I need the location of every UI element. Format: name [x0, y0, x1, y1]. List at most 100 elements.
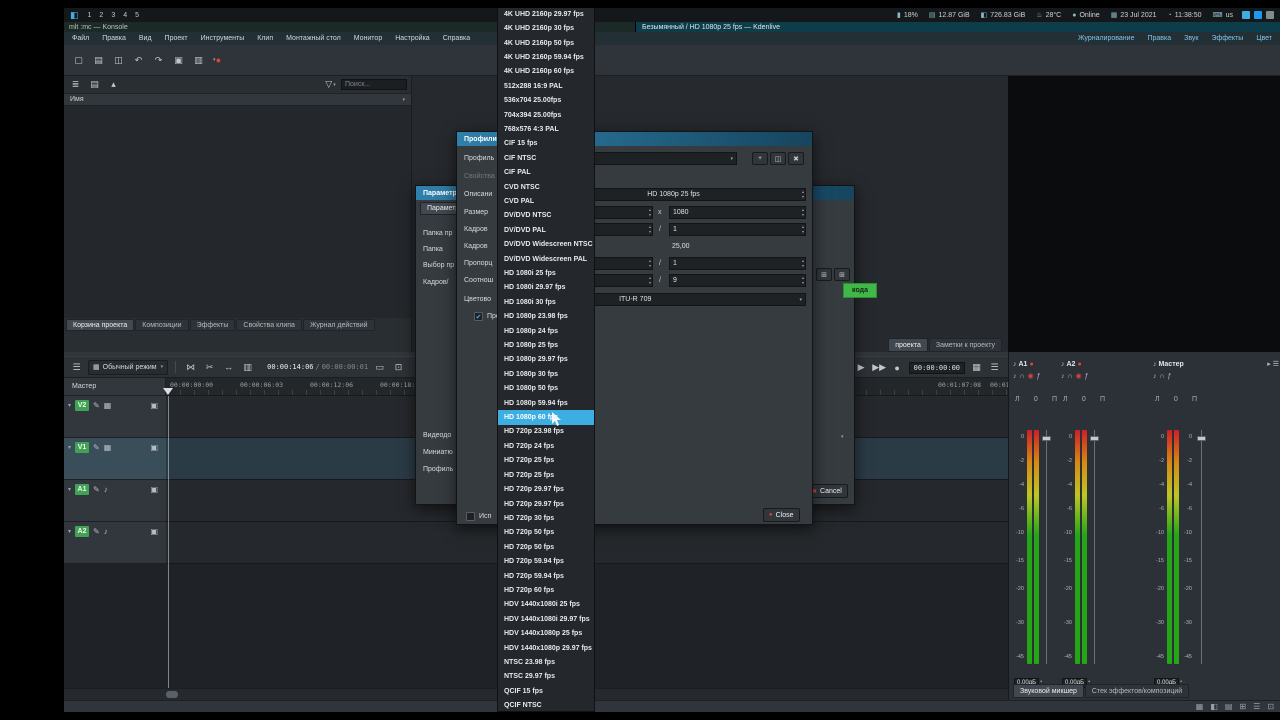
effects-icon[interactable]: ƒ	[1085, 373, 1089, 380]
profile-dropdown-item[interactable]: HD 720p 30 fps	[498, 511, 594, 525]
profile-dropdown-item[interactable]: DV/DVD NTSC	[498, 209, 594, 223]
monitor-tab[interactable]: Заметки к проекту	[929, 338, 1002, 352]
effects-icon[interactable]: ƒ	[1168, 373, 1172, 380]
bin-tool-button[interactable]: ≣	[68, 77, 83, 92]
tray-icon-3[interactable]	[1266, 11, 1274, 19]
track-header-v1[interactable]: ▾ V1 ✎ ▦ ▣	[64, 438, 166, 480]
timeline-tool-button[interactable]: ↔	[221, 360, 236, 375]
bin-tab[interactable]: Свойства клипа	[236, 319, 302, 331]
settings-mini-button[interactable]: ⊞	[816, 268, 832, 281]
pixel-aspect-den-field[interactable]: 1▴▾	[669, 257, 806, 270]
profile-dropdown-item[interactable]: QCIF 15 fps	[498, 684, 594, 698]
profile-dropdown-item[interactable]: HD 1080p 23.98 fps	[498, 310, 594, 324]
statusbar-icon[interactable]: ⊡	[1267, 702, 1274, 711]
toolbar-button[interactable]: ↶	[131, 53, 146, 68]
collapse-strip-icon[interactable]: ▸	[1267, 360, 1271, 368]
toolbar-button[interactable]: ▥	[191, 53, 206, 68]
solo-icon[interactable]: ∩	[1068, 373, 1073, 380]
statusbar-icon[interactable]: ◧	[1210, 702, 1218, 711]
video-track-icon[interactable]: ▦	[104, 401, 112, 410]
timeline-hamburger-icon[interactable]: ☰	[69, 360, 84, 375]
volume-fader[interactable]	[1046, 430, 1047, 664]
menu-item[interactable]: Клип	[257, 35, 273, 42]
toolbar-button[interactable]: ↷	[151, 53, 166, 68]
mute-icon[interactable]: ♪	[1061, 373, 1065, 380]
profile-dropdown-item[interactable]: HD 720p 25 fps	[498, 468, 594, 482]
spinbox-arrows-icon[interactable]: ▴▾	[802, 225, 804, 234]
profile-dropdown-item[interactable]: 768x576 4:3 PAL	[498, 122, 594, 136]
record-icon[interactable]: ◉	[1076, 372, 1082, 380]
edit-mode-select[interactable]: ▦ Обычный режим ▾	[88, 360, 168, 375]
profile-dropdown-item[interactable]: HD 720p 59.94 fps	[498, 569, 594, 583]
mixer-menu-icon[interactable]: ☰	[1273, 360, 1279, 368]
spinbox-arrows-icon[interactable]: ▴▾	[649, 276, 651, 285]
speaker-icon[interactable]: ♪	[1013, 361, 1017, 368]
profile-dropdown-item[interactable]: HD 720p 50 fps	[498, 540, 594, 554]
progressive-checkbox[interactable]	[474, 312, 483, 321]
framerate-den-field[interactable]: 1▴▾	[669, 223, 806, 236]
bin-tab[interactable]: Эффекты	[190, 319, 236, 331]
statusbar-icon[interactable]: ▤	[1225, 702, 1233, 711]
profile-dropdown-item[interactable]: HD 1080p 50 fps	[498, 382, 594, 396]
playhead-marker[interactable]	[163, 388, 173, 395]
profile-dropdown-item[interactable]: HD 1080p 60 fps	[498, 410, 594, 424]
spinbox-arrows-icon[interactable]: ▴▾	[802, 208, 804, 217]
workspace-button[interactable]: 3	[111, 12, 115, 19]
lock-icon[interactable]: ▣	[150, 401, 158, 410]
profile-dropdown-item[interactable]: 4K UHD 2160p 59.94 fps	[498, 50, 594, 64]
menu-item[interactable]: Проект	[165, 35, 188, 42]
profile-dropdown-item[interactable]: HD 720p 25 fps	[498, 454, 594, 468]
fader-handle[interactable]	[1090, 436, 1099, 441]
new-profile-button[interactable]: +	[752, 152, 768, 165]
menu-item[interactable]: Монтажный стол	[286, 35, 341, 42]
profile-dropdown-item[interactable]: CVD PAL	[498, 194, 594, 208]
bin-column-header[interactable]: Имя ▾	[64, 93, 411, 106]
toolbar-button[interactable]: ▢	[71, 53, 86, 68]
profile-dropdown-item[interactable]: HD 720p 50 fps	[498, 526, 594, 540]
transport-extra-button[interactable]: ☰	[987, 360, 1002, 375]
record-arm-icon[interactable]: ●	[1029, 361, 1033, 368]
profile-dropdown-item[interactable]: HD 720p 59.94 fps	[498, 554, 594, 568]
spinbox-arrows-icon[interactable]: ▴▾	[802, 276, 804, 285]
video-track-icon[interactable]: ▦	[104, 443, 112, 452]
profile-dropdown-item[interactable]: HD 720p 29.97 fps	[498, 497, 594, 511]
workspace-button[interactable]: 2	[99, 12, 103, 19]
edit-icon[interactable]: ✎	[93, 527, 100, 536]
timeline-tool-button[interactable]: ▥	[240, 360, 255, 375]
audio-track-icon[interactable]: ♪	[104, 527, 108, 536]
use-default-checkbox[interactable]	[466, 512, 475, 521]
playhead-line[interactable]	[168, 396, 169, 688]
profile-dropdown-item[interactable]: HD 1080p 30 fps	[498, 367, 594, 381]
height-field[interactable]: 1080▴▾	[669, 206, 806, 219]
profile-dropdown-item[interactable]: HDV 1440x1080i 25 fps	[498, 598, 594, 612]
profile-dropdown-item[interactable]: DV/DVD Widescreen NTSC	[498, 238, 594, 252]
kdenlive-window-title[interactable]: Безымянный / HD 1080p 25 fps — Kdenlive	[636, 22, 1280, 32]
edit-icon[interactable]: ✎	[93, 401, 100, 410]
profile-dropdown-item[interactable]: HDV 1440x1080p 25 fps	[498, 626, 594, 640]
profile-dropdown-item[interactable]: HD 720p 29.97 fps	[498, 482, 594, 496]
profile-dropdown-item[interactable]: DV/DVD Widescreen PAL	[498, 252, 594, 266]
track-badge[interactable]: V1	[75, 442, 89, 453]
profile-dropdown-item[interactable]: HDV 1440x1080p 29.97 fps	[498, 641, 594, 655]
edit-icon[interactable]: ✎	[93, 443, 100, 452]
spinbox-arrows-icon[interactable]: ▴▾	[649, 208, 651, 217]
profile-dropdown-item[interactable]: QCIF NTSC	[498, 699, 594, 713]
timeline-view-button[interactable]: ▭	[372, 360, 387, 375]
bin-tab[interactable]: Журнал действий	[303, 319, 375, 331]
record-arm-icon[interactable]: ●	[1077, 361, 1081, 368]
bin-tool-button[interactable]: ▴	[106, 77, 121, 92]
delete-profile-button[interactable]: ✖	[788, 152, 804, 165]
settings-combo-caret[interactable]: ▾	[841, 434, 844, 440]
filter-icon[interactable]: ▽▾	[323, 77, 338, 92]
search-input[interactable]: Поиск...	[341, 79, 407, 90]
bin-tab[interactable]: Композиции	[135, 319, 188, 331]
speaker-icon[interactable]: ♪	[1153, 361, 1157, 368]
profile-dropdown-item[interactable]: 4K UHD 2160p 50 fps	[498, 36, 594, 50]
close-button[interactable]: ● Close	[763, 508, 800, 522]
track-header-a2[interactable]: ▾ A2 ✎ ♪ ▣	[64, 522, 166, 564]
audio-track-icon[interactable]: ♪	[104, 485, 108, 494]
menu-item[interactable]: Вид	[139, 35, 152, 42]
track-badge[interactable]: V2	[75, 400, 89, 411]
spinbox-arrows-icon[interactable]: ▴▾	[802, 259, 804, 268]
layout-button[interactable]: Правка	[1147, 35, 1171, 42]
